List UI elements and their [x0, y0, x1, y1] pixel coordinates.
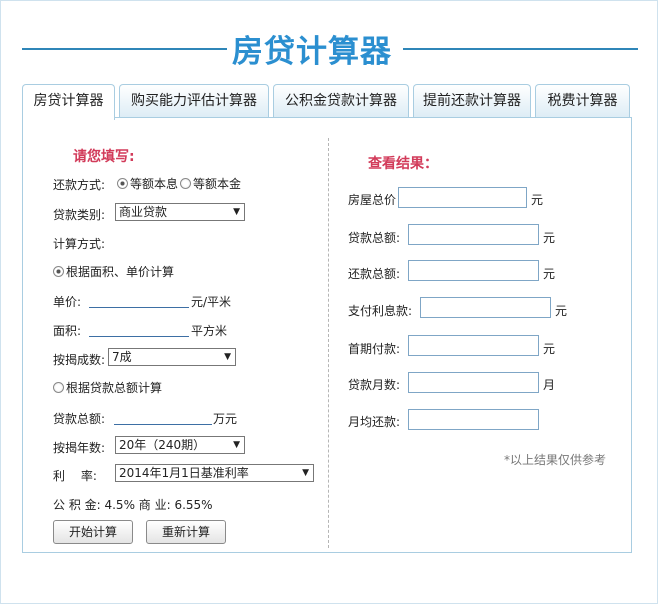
area-label: 面积:	[53, 324, 82, 338]
years-select[interactable]: 20年（240期） ▼	[115, 436, 245, 454]
result-label-repay-total: 还款总额:	[348, 267, 401, 281]
result-monthly-payment-field[interactable]	[408, 409, 539, 430]
result-label-down-payment: 首期付款:	[348, 342, 401, 356]
calc-method-label: 计算方式:	[53, 237, 106, 251]
result-repay-total-field[interactable]	[408, 260, 539, 281]
result-section-title: 查看结果：	[368, 156, 438, 172]
radio-unchecked-icon[interactable]	[180, 178, 191, 189]
price-unit: 元/平米	[191, 295, 232, 309]
header: 房贷计算器	[22, 18, 638, 70]
rate-select[interactable]: 2014年1月1日基准利率 ▼	[115, 464, 314, 482]
result-house-price-field[interactable]	[398, 187, 527, 208]
calculator-panel: 请您填写: 还款方式: 等额本息 等额本金 贷款类别: 商业贷款 ▼ 计算方式: …	[22, 117, 632, 553]
result-label-interest: 支付利息款:	[348, 304, 413, 318]
result-unit-months: 月	[543, 378, 556, 392]
loan-type-select[interactable]: 商业贷款 ▼	[115, 203, 245, 221]
ratio-label: 按揭成数:	[53, 353, 106, 367]
radio-unchecked-icon[interactable]	[53, 382, 64, 393]
repay-equal-installment-option[interactable]: 等额本息	[117, 175, 178, 192]
result-unit-down-payment: 元	[543, 342, 556, 356]
rate-label: 利 率:	[53, 469, 97, 483]
method-by-total-label: 根据贷款总额计算	[66, 381, 163, 395]
result-label-loan-total: 贷款总额:	[348, 231, 401, 245]
rate-value: 2014年1月1日基准利率	[119, 466, 249, 480]
result-loan-total-field[interactable]	[408, 224, 539, 245]
result-interest-field[interactable]	[420, 297, 551, 318]
price-input[interactable]	[89, 290, 189, 308]
loan-total-unit: 万元	[213, 412, 238, 426]
dropdown-arrow-icon: ▼	[302, 468, 309, 478]
result-months-field[interactable]	[408, 372, 539, 393]
result-disclaimer: *以上结果仅供参考	[504, 453, 607, 467]
radio-checked-icon[interactable]	[117, 178, 128, 189]
tab-provident-fund-calculator[interactable]: 公积金贷款计算器	[273, 84, 409, 118]
repay-equal-principal-option[interactable]: 等额本金	[180, 175, 241, 192]
result-unit-interest: 元	[555, 304, 568, 318]
repay-method-label: 还款方式:	[53, 178, 106, 192]
area-unit: 平方米	[191, 324, 228, 338]
result-unit-loan-total: 元	[543, 231, 556, 245]
tab-tax-calculator[interactable]: 税费计算器	[535, 84, 630, 118]
dropdown-arrow-icon: ▼	[224, 352, 231, 362]
area-input[interactable]	[89, 319, 189, 337]
method-by-total-option[interactable]: 根据贷款总额计算	[53, 379, 162, 396]
header-line-left	[22, 48, 227, 50]
years-value: 20年（240期）	[119, 438, 206, 452]
radio-checked-icon[interactable]	[53, 266, 64, 277]
loan-total-label: 贷款总额:	[53, 412, 106, 426]
result-down-payment-field[interactable]	[408, 335, 539, 356]
ratio-select[interactable]: 7成 ▼	[108, 348, 236, 366]
repay-equal-principal-label: 等额本金	[193, 177, 242, 191]
result-label-monthly-payment: 月均还款:	[348, 415, 401, 429]
panel-divider	[328, 138, 329, 548]
ratio-value: 7成	[112, 350, 132, 364]
dropdown-arrow-icon: ▼	[233, 440, 240, 450]
result-label-house-price: 房屋总价	[348, 193, 397, 207]
repay-equal-installment-label: 等额本息	[130, 177, 179, 191]
tab-affordability-calculator[interactable]: 购买能力评估计算器	[119, 84, 269, 118]
header-line-right	[403, 48, 638, 50]
method-by-area-option[interactable]: 根据面积、单价计算	[53, 263, 174, 280]
result-label-months: 贷款月数:	[348, 378, 401, 392]
result-unit-house-price: 元	[531, 193, 544, 207]
dropdown-arrow-icon: ▼	[233, 207, 240, 217]
loan-total-input[interactable]	[114, 407, 212, 425]
page-title: 房贷计算器	[232, 34, 392, 70]
method-by-area-label: 根据面积、单价计算	[66, 265, 175, 279]
rate-info: 公 积 金: 4.5% 商 业: 6.55%	[53, 498, 213, 512]
loan-type-label: 贷款类别:	[53, 208, 106, 222]
input-section-title: 请您填写:	[73, 149, 135, 165]
tab-prepayment-calculator[interactable]: 提前还款计算器	[413, 84, 531, 118]
result-unit-repay-total: 元	[543, 267, 556, 281]
tab-mortgage-calculator[interactable]: 房贷计算器	[22, 84, 115, 120]
years-label: 按揭年数:	[53, 441, 106, 455]
start-calculate-button[interactable]: 开始计算	[53, 520, 133, 544]
loan-type-value: 商业贷款	[119, 205, 168, 219]
recalculate-button[interactable]: 重新计算	[146, 520, 226, 544]
price-label: 单价:	[53, 295, 82, 309]
